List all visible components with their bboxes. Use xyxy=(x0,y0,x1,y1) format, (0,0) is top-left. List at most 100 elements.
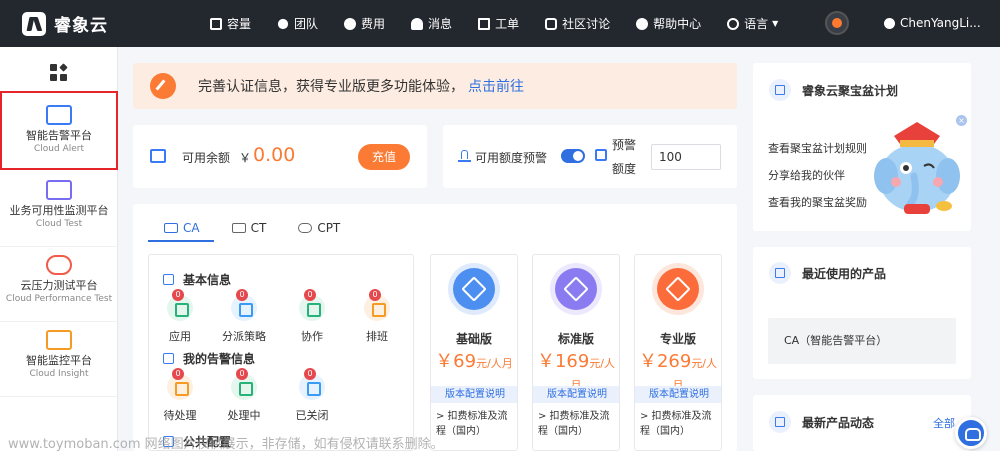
brand-name: 睿象云 xyxy=(54,16,108,36)
plan-price-value: ￥269 xyxy=(638,351,692,372)
plan-billing-link[interactable]: > 扣费标准及流程（国内） xyxy=(538,409,618,439)
user-name: ChenYangLi... xyxy=(900,16,981,30)
alerts-icon xyxy=(163,353,174,364)
alert-processing[interactable]: 0 处理中 xyxy=(216,368,272,423)
nav-language[interactable]: 语言 ▼ xyxy=(727,15,778,32)
sidebar-item-cloud-insight[interactable]: 智能监控平台 Cloud Insight xyxy=(0,322,118,397)
quota-alert-label: 可用额度预警 xyxy=(475,151,548,165)
quick-label: 排班 xyxy=(366,330,388,343)
plan-name: 标准版 xyxy=(557,332,594,346)
info-icon xyxy=(163,274,174,285)
treasure-share-link[interactable]: 分享给我的伙伴 xyxy=(768,167,845,183)
treasure-rules-link[interactable]: 查看聚宝盆计划规则 xyxy=(768,140,867,156)
user-icon xyxy=(884,17,895,29)
plan-standard[interactable]: 标准版 ￥169元/人月 版本配置说明 > 扣费标准及流程（国内） xyxy=(532,254,620,451)
app-icon: 0 xyxy=(167,289,193,321)
badge: 0 xyxy=(304,289,316,301)
plan-config-link[interactable]: 版本配置说明 xyxy=(533,386,619,403)
alert-closed[interactable]: 0 已关闭 xyxy=(284,368,340,423)
my-alerts-title: 我的告警信息 xyxy=(163,350,255,367)
cloud-performance-icon xyxy=(46,255,72,275)
tab-label: CT xyxy=(250,221,267,235)
sidebar-item-label: 云压力测试平台 xyxy=(20,279,98,292)
closed-icon: 0 xyxy=(299,368,325,400)
plan-billing-link[interactable]: > 扣费标准及流程（国内） xyxy=(436,409,516,439)
badge: 0 xyxy=(236,289,248,301)
processing-icon: 0 xyxy=(231,368,257,400)
sidebar-item-label: 业务可用性监测平台 xyxy=(9,204,109,217)
card-title: 最近使用的产品 xyxy=(802,266,887,281)
plan-config-link[interactable]: 版本配置说明 xyxy=(635,386,721,403)
tab-label: CPT xyxy=(317,221,341,235)
plan-config-link[interactable]: 版本配置说明 xyxy=(431,386,517,403)
nav-help[interactable]: 帮助中心 xyxy=(636,15,701,32)
nav-capacity[interactable]: 容量 xyxy=(210,15,251,32)
sidebar-item-cloud-alert[interactable]: 智能告警平台 Cloud Alert xyxy=(0,91,118,170)
box-icon xyxy=(210,17,222,30)
badge: 0 xyxy=(236,368,248,380)
plan-billing-link[interactable]: > 扣费标准及流程（国内） xyxy=(640,409,720,439)
plan-basic[interactable]: 基础版 ￥69元/人月 版本配置说明 > 扣费标准及流程（国内） xyxy=(430,254,518,451)
sidebar-item-en: Cloud Insight xyxy=(29,369,89,379)
quick-app[interactable]: 0 应用 xyxy=(152,289,208,344)
sidebar-item-en: Cloud Test xyxy=(35,219,83,229)
recharge-button[interactable]: 充值 xyxy=(358,144,410,170)
nav-messages[interactable]: 消息 xyxy=(411,15,452,32)
basic-info-panel: 基本信息 0 应用 0 分派策略 0 协作 0 排班 我的告警信息 0 待处理 … xyxy=(148,254,414,451)
cpt-cloud-icon xyxy=(298,223,313,233)
top-nav: 容量 团队 费用 消息 工单 社区讨论 帮助中心 语言 ▼ xyxy=(210,15,804,32)
verification-banner: 完善认证信息，获得专业版更多功能体验， 点击前往 xyxy=(133,63,737,109)
basic-info-title: 基本信息 xyxy=(163,271,231,288)
globe-icon xyxy=(727,17,740,30)
tab-cpt[interactable]: CPT xyxy=(282,218,356,238)
nav-fee[interactable]: 费用 xyxy=(344,15,385,32)
tab-ct[interactable]: CT xyxy=(216,218,283,238)
alarm-icon xyxy=(458,149,471,162)
nav-label: 团队 xyxy=(294,17,319,31)
badge: 0 xyxy=(172,368,184,380)
nav-label: 工单 xyxy=(495,17,520,31)
brand-logo[interactable]: 睿象云 xyxy=(22,11,162,36)
tab-ca[interactable]: CA xyxy=(148,218,216,238)
collab-icon: 0 xyxy=(299,289,325,321)
activity-icon[interactable] xyxy=(825,11,849,35)
plan-pro[interactable]: 专业版 ￥269元/人月 版本配置说明 > 扣费标准及流程（国内） xyxy=(634,254,722,451)
alert-pending[interactable]: 0 待处理 xyxy=(152,368,208,423)
chevron-down-icon: ▼ xyxy=(772,19,779,28)
alert-label: 待处理 xyxy=(163,409,197,422)
balance-currency: ￥ xyxy=(239,151,252,165)
quick-label: 应用 xyxy=(169,330,191,343)
quick-dispatch[interactable]: 0 分派策略 xyxy=(216,289,272,344)
quick-schedule[interactable]: 0 排班 xyxy=(349,289,405,344)
quick-collab[interactable]: 0 协作 xyxy=(284,289,340,344)
edit-icon xyxy=(150,73,176,99)
apps-grid-icon[interactable] xyxy=(50,63,68,82)
cube-icon xyxy=(769,262,791,284)
quota-alert-toggle[interactable] xyxy=(561,149,585,163)
sidebar-item-cloud-test[interactable]: 业务可用性监测平台 Cloud Test xyxy=(0,172,118,247)
megaphone-icon xyxy=(769,411,791,433)
section-title: 基本信息 xyxy=(183,273,232,287)
quota-input[interactable]: 100 xyxy=(651,144,721,170)
nav-label: 容量 xyxy=(227,17,252,31)
recent-products-card: 最近使用的产品 CA（智能告警平台） xyxy=(753,247,971,379)
plan-price-value: ￥169 xyxy=(536,351,590,372)
banner-link[interactable]: 点击前往 xyxy=(468,76,524,96)
nav-label: 消息 xyxy=(428,17,453,31)
card-title: 睿象云聚宝盆计划 xyxy=(802,83,899,98)
product-sidebar: 智能告警平台 Cloud Alert 业务可用性监测平台 Cloud Test … xyxy=(0,47,118,451)
sidebar-item-en: Cloud Performance Test xyxy=(5,294,113,304)
nav-community[interactable]: 社区讨论 xyxy=(545,15,610,32)
banner-text: 完善认证信息，获得专业版更多功能体验， xyxy=(198,79,464,95)
cloud-test-icon xyxy=(46,180,72,200)
treasure-rewards-link[interactable]: 查看我的聚宝盆奖励 xyxy=(768,194,867,210)
sidebar-item-cloud-performance-test[interactable]: 云压力测试平台 Cloud Performance Test xyxy=(0,247,118,322)
news-more-link[interactable]: 全部 xyxy=(933,415,955,431)
user-menu[interactable]: ChenYangLi... xyxy=(884,16,981,30)
section-title: 我的告警信息 xyxy=(183,352,256,366)
nav-tickets[interactable]: 工单 xyxy=(478,15,519,32)
recent-product-item[interactable]: CA（智能告警平台） xyxy=(768,318,956,364)
nav-team[interactable]: 团队 xyxy=(277,15,318,32)
support-chat-button[interactable] xyxy=(955,417,987,449)
dispatch-icon: 0 xyxy=(231,289,257,321)
